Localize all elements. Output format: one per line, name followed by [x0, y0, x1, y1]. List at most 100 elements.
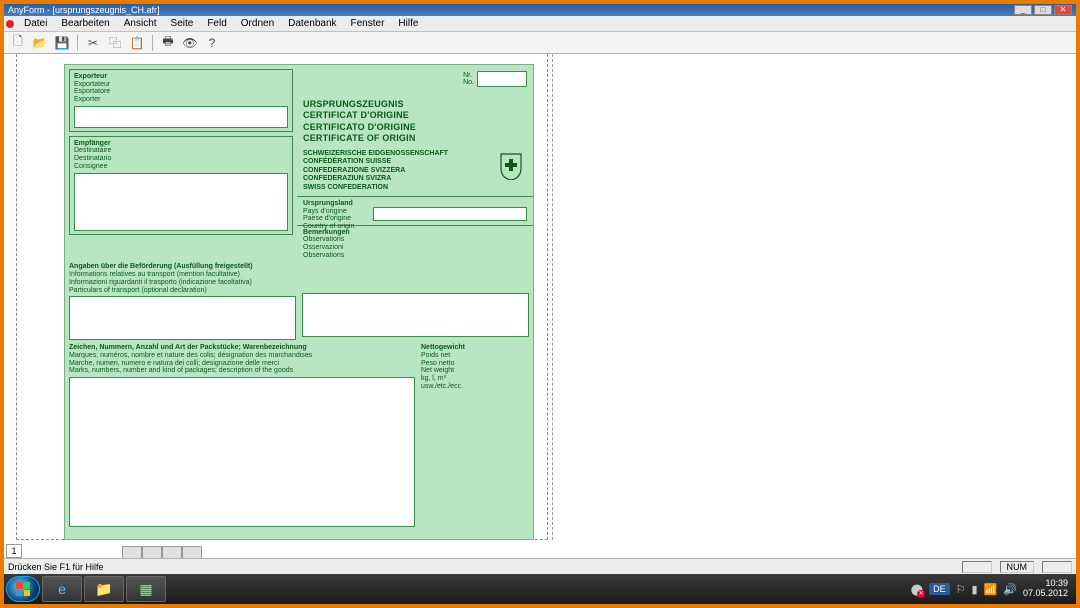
copy-button[interactable]: ⿻ [105, 34, 125, 52]
preview-icon: 👁 [182, 36, 197, 50]
status-blank2 [1042, 561, 1072, 573]
menu-ordnen[interactable]: Ordnen [235, 18, 280, 29]
menu-feld[interactable]: Feld [201, 18, 232, 29]
minimize-button[interactable]: _ [1014, 5, 1032, 15]
save-button[interactable]: 💾 [52, 34, 72, 52]
paste-button[interactable]: 📋 [127, 34, 147, 52]
certificate-title: URSPRUNGSZEUGNIS CERTIFICAT D'ORIGINE CE… [297, 93, 533, 148]
confed-en: SWISS CONFEDERATION [303, 184, 527, 192]
exporter-field[interactable] [74, 106, 288, 128]
clock[interactable]: 10:39 07.05.2012 [1023, 579, 1068, 599]
page-boundary-right [552, 54, 553, 540]
menu-hilfe[interactable]: Hilfe [392, 18, 424, 29]
menu-bearbeiten[interactable]: Bearbeiten [55, 18, 115, 29]
close-button[interactable]: ✕ [1054, 5, 1072, 15]
cut-button[interactable]: ✂ [83, 34, 103, 52]
window-title: AnyForm - [ursprungszeugnis_CH.afr] [8, 4, 160, 16]
consignee-label-en: Consignee [74, 163, 288, 171]
consignee-section: Empfänger Destinataire Destinatario Cons… [69, 136, 293, 235]
taskbar-explorer-button[interactable]: 📁 [84, 576, 124, 602]
goods-row: Zeichen, Nummern, Anzahl und Art der Pac… [65, 344, 533, 527]
help-button[interactable]: ? [202, 34, 222, 52]
folder-icon: 📁 [95, 581, 112, 598]
remarks-field[interactable] [302, 293, 529, 337]
transport-field[interactable] [69, 296, 296, 340]
menu-fenster[interactable]: Fenster [345, 18, 391, 29]
open-button[interactable]: 📂 [30, 34, 50, 52]
remarks-label-de: Bemerkungen [303, 229, 527, 237]
consignee-label-it: Destinatario [74, 155, 288, 163]
nr-label-en: No. [463, 79, 474, 86]
copy-icon: ⿻ [109, 34, 121, 51]
goods-field[interactable] [69, 377, 415, 527]
open-icon: 📂 [33, 36, 48, 50]
page-number[interactable]: 1 [6, 544, 22, 558]
security-icon[interactable]: ⬤ [911, 583, 923, 596]
page-tab[interactable] [162, 546, 182, 558]
certificate-form: Exporteur Exportateur Esportatore Export… [64, 64, 534, 540]
page-tab[interactable] [182, 546, 202, 558]
netweight-label-fr: Poids net [421, 352, 529, 360]
nr-label-de: Nr. [463, 72, 474, 79]
goods-label-de: Zeichen, Nummern, Anzahl und Art der Pac… [69, 344, 415, 352]
consignee-label-de: Empfänger [74, 140, 288, 148]
consignee-field[interactable] [74, 173, 288, 231]
netweight-unit2: usw./etc./ecc. [421, 383, 529, 391]
maximize-button[interactable]: □ [1034, 5, 1052, 15]
menu-bar: Datei Bearbeiten Ansicht Seite Feld Ordn… [4, 16, 1076, 32]
help-icon: ? [209, 36, 216, 50]
taskbar-ie-button[interactable]: e [42, 576, 82, 602]
start-button[interactable] [6, 576, 40, 602]
app-icon [6, 20, 14, 28]
title-fr: CERTIFICAT D'ORIGINE [303, 110, 527, 121]
confed-rm: CONFEDERAZIUN SVIZRA [303, 175, 527, 183]
print-button[interactable]: 🖶 [158, 34, 178, 52]
new-button[interactable]: 🗋 [8, 34, 28, 52]
window-buttons: _ □ ✕ [1014, 5, 1072, 15]
print-icon: 🖶 [162, 32, 173, 53]
netweight-unit1: kg, l, m³ [421, 375, 529, 383]
netweight-label-it: Peso netto [421, 360, 529, 368]
netweight-label-en: Net weight [421, 367, 529, 375]
volume-icon[interactable]: 🔊 [1003, 583, 1017, 596]
swiss-shield-icon [499, 152, 523, 180]
exporter-label-en: Exporter [74, 96, 288, 104]
confederation-block: SCHWEIZERISCHE EIDGENOSSENSCHAFT CONFÉDÉ… [297, 148, 533, 196]
remarks-label-en: Observations [303, 252, 527, 260]
page-tab[interactable] [142, 546, 162, 558]
language-indicator[interactable]: DE [929, 583, 950, 595]
transport-label-it: Informazioni riguardanti il trasporto (i… [69, 279, 296, 287]
remarks-label-it: Osservazioni [303, 244, 527, 252]
title-de: URSPRUNGSZEUGNIS [303, 99, 527, 110]
goods-label-it: Marche, numeri, numero e natura dei coll… [69, 360, 415, 368]
toolbar: 🗋 📂 💾 ✂ ⿻ 📋 🖶 👁 ? [4, 32, 1076, 54]
consignee-label-fr: Destinataire [74, 147, 288, 155]
network-icon[interactable]: ▮ [971, 583, 977, 596]
netweight-label-de: Nettogewicht [421, 344, 529, 352]
nr-field[interactable] [477, 71, 527, 87]
cut-icon: ✂ [88, 36, 98, 50]
page-ruler: 1 [6, 542, 202, 558]
transport-label-fr: Informations relatives au transport (men… [69, 271, 296, 279]
page-tab[interactable] [122, 546, 142, 558]
remarks-label-fr: Observations [303, 236, 527, 244]
menu-datenbank[interactable]: Datenbank [282, 18, 342, 29]
remarks-section: Bemerkungen Observations Osservazioni Ob… [297, 225, 533, 264]
taskbar-app-button[interactable]: ▦ [126, 576, 166, 602]
status-bar: Drücken Sie F1 für Hilfe NUM [4, 558, 1076, 574]
menu-ansicht[interactable]: Ansicht [118, 18, 163, 29]
status-hint: Drücken Sie F1 für Hilfe [8, 562, 104, 572]
preview-button[interactable]: 👁 [180, 34, 200, 52]
save-icon: 💾 [55, 36, 70, 50]
taskbar: e 📁 ▦ ⬤ DE ⚐ ▮ 📶 🔊 10:39 07.05.2012 [4, 574, 1076, 604]
goods-label-fr: Marques, numéros, nombre et nature des c… [69, 352, 415, 360]
wifi-icon[interactable]: 📶 [984, 583, 998, 596]
system-tray: ⬤ DE ⚐ ▮ 📶 🔊 10:39 07.05.2012 [911, 579, 1074, 599]
menu-datei[interactable]: Datei [18, 18, 53, 29]
exporter-label-it: Esportatore [74, 88, 288, 96]
origin-field[interactable] [373, 207, 527, 221]
exporter-label-fr: Exportateur [74, 81, 288, 89]
flag-icon[interactable]: ⚐ [956, 583, 966, 596]
menu-seite[interactable]: Seite [165, 18, 200, 29]
title-it: CERTIFICATO D'ORIGINE [303, 122, 527, 133]
